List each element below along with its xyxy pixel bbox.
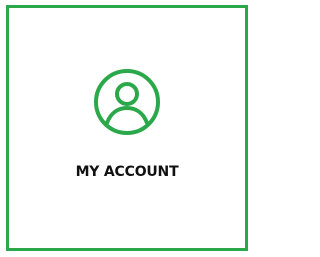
my-account-tile[interactable]: MY ACCOUNT	[6, 5, 248, 251]
my-account-label: MY ACCOUNT	[75, 164, 179, 180]
user-circle-icon	[93, 68, 161, 136]
